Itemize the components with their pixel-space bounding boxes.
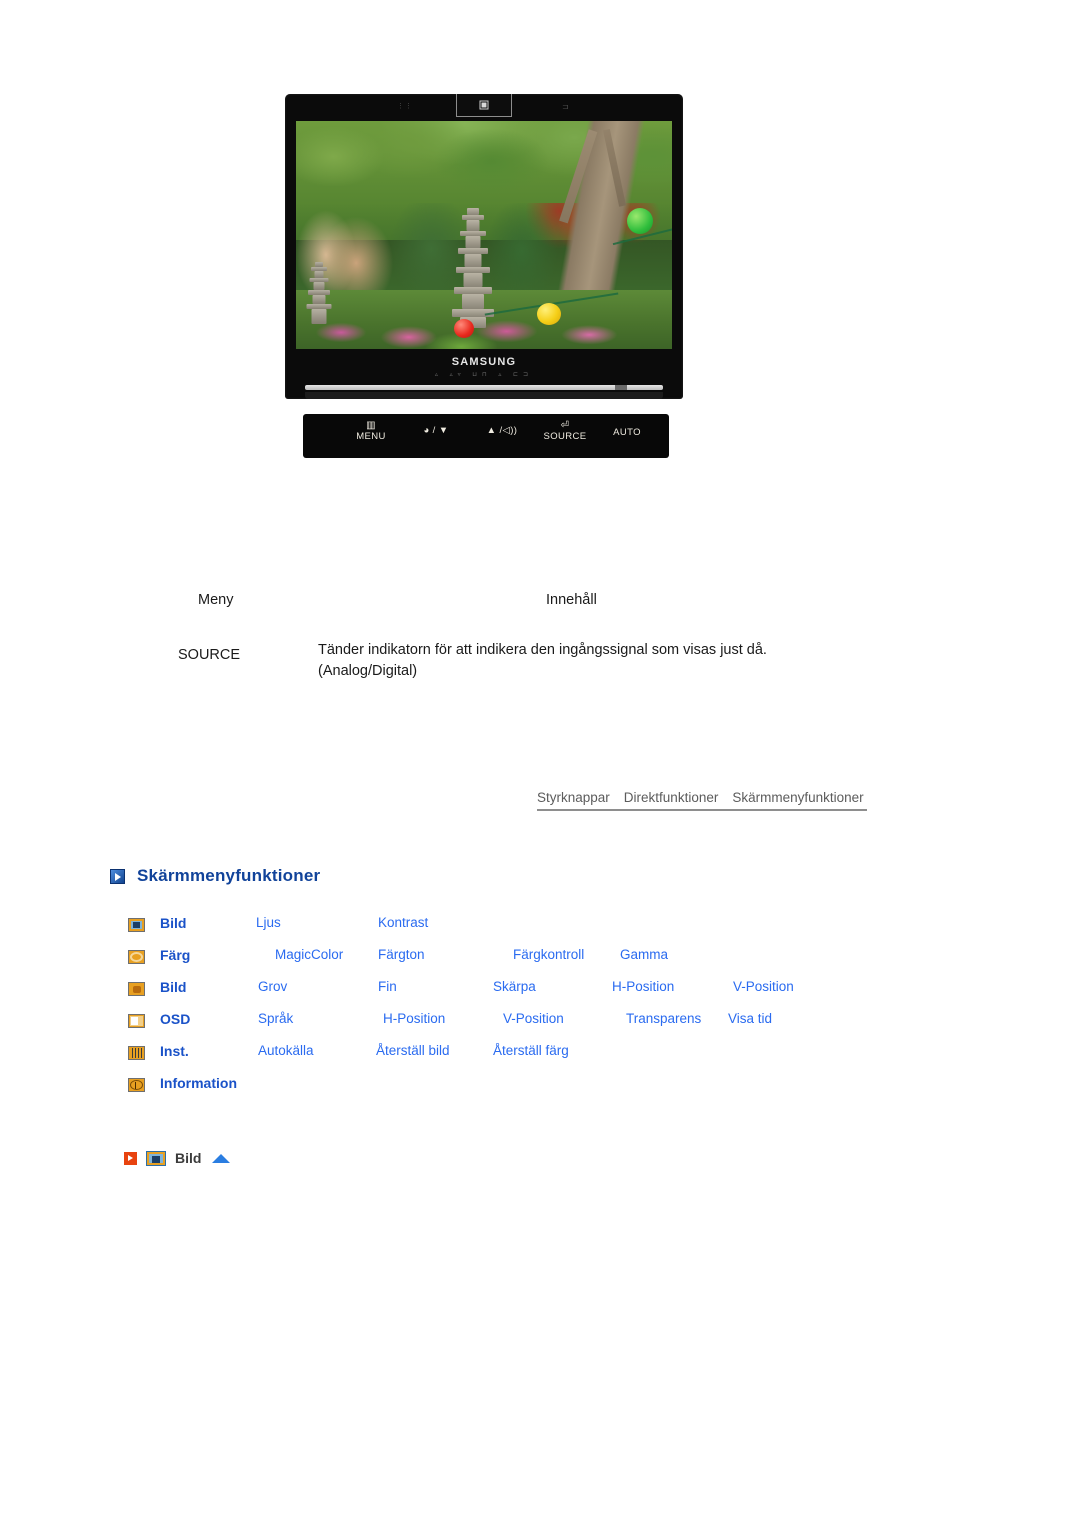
- row-menu-content: Tänder indikatorn för att indikera den i…: [318, 642, 767, 680]
- osd-item[interactable]: Fin: [378, 979, 397, 994]
- osd-item[interactable]: H-Position: [383, 1011, 445, 1026]
- row-menu-name: SOURCE: [178, 647, 241, 663]
- tab-strip: Styrknappar Direktfunktioner Skärmmenyfu…: [537, 790, 867, 811]
- down-button-label: ◕ / ▼: [423, 425, 449, 436]
- photo-small-stone-pagoda: [304, 262, 334, 325]
- auto-button[interactable]: AUTO: [599, 427, 655, 439]
- picture-icon: [128, 918, 145, 932]
- tab-skarmmenyfunktioner[interactable]: Skärmmenyfunktioner: [732, 790, 863, 805]
- tab-direktfunktioner[interactable]: Direktfunktioner: [624, 790, 719, 805]
- menu-button-label: MENU: [356, 431, 386, 442]
- information-icon: [128, 1078, 145, 1092]
- monitor-base-plate: [305, 392, 663, 399]
- auto-button-label: AUTO: [613, 427, 641, 438]
- up-button[interactable]: ▲ /◁)): [471, 425, 533, 437]
- power-indicator-icon: [456, 94, 512, 117]
- osd-item[interactable]: Autokälla: [258, 1043, 314, 1058]
- osd-icon: [128, 1014, 145, 1028]
- osd-row: Bild Grov Fin Skärpa H-Position V-Position: [128, 976, 888, 1008]
- blue-up-triangle-icon[interactable]: [212, 1153, 231, 1163]
- osd-item[interactable]: Färgkontroll: [513, 947, 584, 962]
- osd-category-label[interactable]: OSD: [160, 1011, 190, 1027]
- column-header-menu: Meny: [198, 592, 234, 608]
- tab-styrknappar[interactable]: Styrknappar: [537, 790, 610, 805]
- osd-category-label[interactable]: Inst.: [160, 1043, 189, 1059]
- osd-category-label[interactable]: Bild: [160, 915, 186, 931]
- osd-item[interactable]: Gamma: [620, 947, 668, 962]
- osd-item[interactable]: Färgton: [378, 947, 425, 962]
- osd-row: Färg MagicColor Färgton Färgkontroll Gamma: [128, 944, 888, 976]
- blue-arrow-icon: [110, 868, 125, 884]
- osd-item[interactable]: H-Position: [612, 979, 674, 994]
- monitor-control-panel: ▥ MENU ◕ / ▼ ▲ /◁)) ⏎ SOURCE AUTO: [303, 414, 669, 458]
- osd-item[interactable]: Återställ färg: [493, 1043, 569, 1058]
- osd-category-label[interactable]: Färg: [160, 947, 190, 963]
- osd-item[interactable]: Ljus: [256, 915, 281, 930]
- osd-row: Information: [128, 1072, 888, 1104]
- osd-item[interactable]: Transparens: [626, 1011, 701, 1026]
- monitor-lower-bezel-marks: ▵ ▵▿ ⊔⊓ ▵ ⊏⊐: [434, 372, 534, 378]
- osd-row: Bild Ljus Kontrast: [128, 912, 888, 944]
- source-button-label: SOURCE: [543, 431, 587, 442]
- monitor-stand-bar-marker: [615, 385, 627, 390]
- setup-icon: [128, 1046, 145, 1060]
- osd-item[interactable]: Visa tid: [728, 1011, 772, 1026]
- bezel-right-mark: ⊐: [562, 102, 569, 111]
- down-button[interactable]: ◕ / ▼: [407, 425, 465, 437]
- color-icon: [128, 950, 145, 964]
- osd-item[interactable]: Grov: [258, 979, 287, 994]
- osd-item[interactable]: V-Position: [733, 979, 794, 994]
- monitor-screen-photo: [296, 121, 672, 349]
- table-header-row: Meny Innehåll: [198, 592, 838, 618]
- photo-green-lantern: [626, 207, 653, 234]
- tab-list: Styrknappar Direktfunktioner Skärmmenyfu…: [537, 790, 867, 809]
- up-button-label: ▲ /◁)): [486, 425, 518, 436]
- samsung-brand-logo: SAMSUNG: [451, 356, 517, 368]
- osd-category-label[interactable]: Information: [160, 1075, 237, 1091]
- osd-item[interactable]: Språk: [258, 1011, 293, 1026]
- image-icon: [128, 982, 145, 996]
- photo-yellow-lantern: [536, 303, 561, 326]
- tab-underline: [537, 809, 867, 811]
- osd-item[interactable]: Skärpa: [493, 979, 536, 994]
- osd-category-label[interactable]: Bild: [160, 979, 186, 995]
- spec-table: Meny Innehåll SOURCE Tänder indikatorn f…: [178, 592, 838, 679]
- red-arrow-icon: [124, 1151, 137, 1165]
- monitor-illustration: ⋮⋮ ⊐ SAMSUNG ▵ ▵▿ ⊔⊓ ▵ ⊏⊐ ▥ MENU ◕ / ▼ ▲…: [285, 94, 683, 464]
- osd-menu-map: Bild Ljus Kontrast Färg MagicColor Färgton Fär…: [128, 912, 888, 1104]
- bezel-left-mark: ⋮⋮: [397, 103, 413, 110]
- bild-section-header: Bild: [124, 1150, 231, 1166]
- osd-item[interactable]: Återställ bild: [376, 1043, 450, 1058]
- photo-stone-pagoda: [450, 207, 496, 328]
- section-heading: Skärmmenyfunktioner: [110, 866, 320, 886]
- bild-label: Bild: [175, 1150, 202, 1166]
- column-header-content: Innehåll: [546, 592, 597, 608]
- menu-button[interactable]: ▥ MENU: [343, 420, 399, 443]
- osd-row: Inst. Autokälla Återställ bild Återställ fä…: [128, 1040, 888, 1072]
- source-button[interactable]: ⏎ SOURCE: [537, 420, 593, 443]
- page-title: Skärmmenyfunktioner: [137, 866, 321, 885]
- osd-item[interactable]: V-Position: [503, 1011, 564, 1026]
- power-indicator-glyph: [479, 100, 489, 110]
- monitor-body: ⋮⋮ ⊐ SAMSUNG ▵ ▵▿ ⊔⊓ ▵ ⊏⊐: [285, 94, 683, 399]
- monitor-top-bezel: ⋮⋮ ⊐: [285, 94, 683, 120]
- osd-row: OSD Språk H-Position V-Position Transparens V…: [128, 1008, 888, 1040]
- picture-menu-icon: [146, 1150, 166, 1166]
- monitor-stand-bar: [305, 385, 663, 390]
- osd-item[interactable]: MagicColor: [275, 947, 343, 962]
- osd-item[interactable]: Kontrast: [378, 915, 428, 930]
